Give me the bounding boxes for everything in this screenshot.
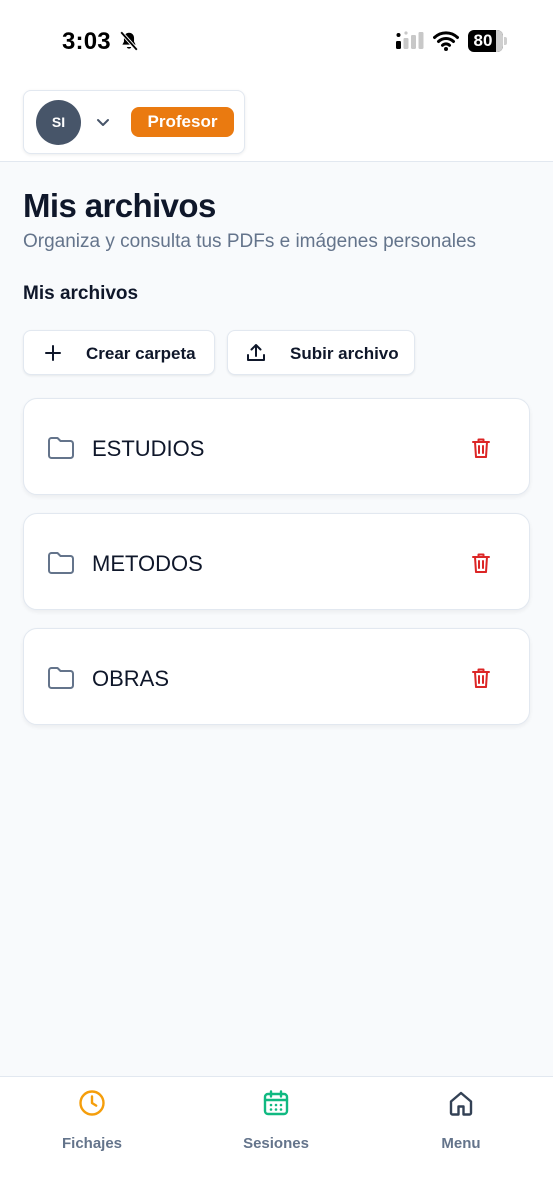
folder-icon xyxy=(48,552,74,574)
role-badge: Profesor xyxy=(131,107,234,137)
user-switcher[interactable]: SI Profesor xyxy=(23,90,245,154)
calendar-icon xyxy=(263,1090,289,1116)
clock-icon xyxy=(79,1090,105,1116)
page-subtitle: Organiza y consulta tus PDFs e imágenes … xyxy=(23,231,477,252)
trash-icon[interactable] xyxy=(470,666,492,690)
folder-item[interactable]: ESTUDIOS xyxy=(23,398,530,495)
nav-label-sesiones: Sesiones xyxy=(243,1135,309,1152)
folder-item[interactable]: OBRAS xyxy=(23,628,530,725)
nav-item-fichajes[interactable]: Fichajes xyxy=(32,1089,152,1159)
folder-name: ESTUDIOS xyxy=(92,436,205,461)
home-icon xyxy=(449,1091,473,1116)
upload-icon xyxy=(247,344,265,361)
nav-label-fichajes: Fichajes xyxy=(61,1135,123,1152)
avatar[interactable]: SI xyxy=(36,100,81,145)
trash-icon[interactable] xyxy=(470,436,492,460)
upload-file-button[interactable]: Subir archivo xyxy=(227,330,415,375)
upload-file-label: Subir archivo xyxy=(290,344,399,363)
status-bar: 3:03 80 xyxy=(0,0,553,82)
signal-icon xyxy=(396,31,424,49)
nav-item-sesiones[interactable]: Sesiones xyxy=(216,1089,336,1159)
bell-slash-icon xyxy=(119,31,139,51)
battery-icon: 80 xyxy=(468,30,508,52)
folder-name: OBRAS xyxy=(92,666,170,691)
section-title: Mis archivos xyxy=(23,283,139,304)
chevron-down-icon[interactable] xyxy=(94,113,112,131)
app-header: SI Profesor xyxy=(0,82,553,162)
battery-level: 80 xyxy=(473,31,493,50)
folder-name: METODOS xyxy=(92,551,203,576)
folder-icon xyxy=(48,437,74,459)
folder-item[interactable]: METODOS xyxy=(23,513,530,610)
wifi-icon xyxy=(433,31,459,51)
nav-item-menu[interactable]: Menu xyxy=(401,1089,521,1159)
plus-icon xyxy=(45,345,61,361)
create-folder-button[interactable]: Crear carpeta xyxy=(23,330,215,375)
status-time: 3:03 xyxy=(62,28,111,55)
bottom-nav: Fichajes Sesiones Menu xyxy=(0,1076,553,1200)
trash-icon[interactable] xyxy=(470,551,492,575)
folder-icon xyxy=(48,667,74,689)
page-title: Mis archivos xyxy=(23,187,216,224)
create-folder-label: Crear carpeta xyxy=(86,344,196,363)
nav-label-menu: Menu xyxy=(441,1135,481,1152)
